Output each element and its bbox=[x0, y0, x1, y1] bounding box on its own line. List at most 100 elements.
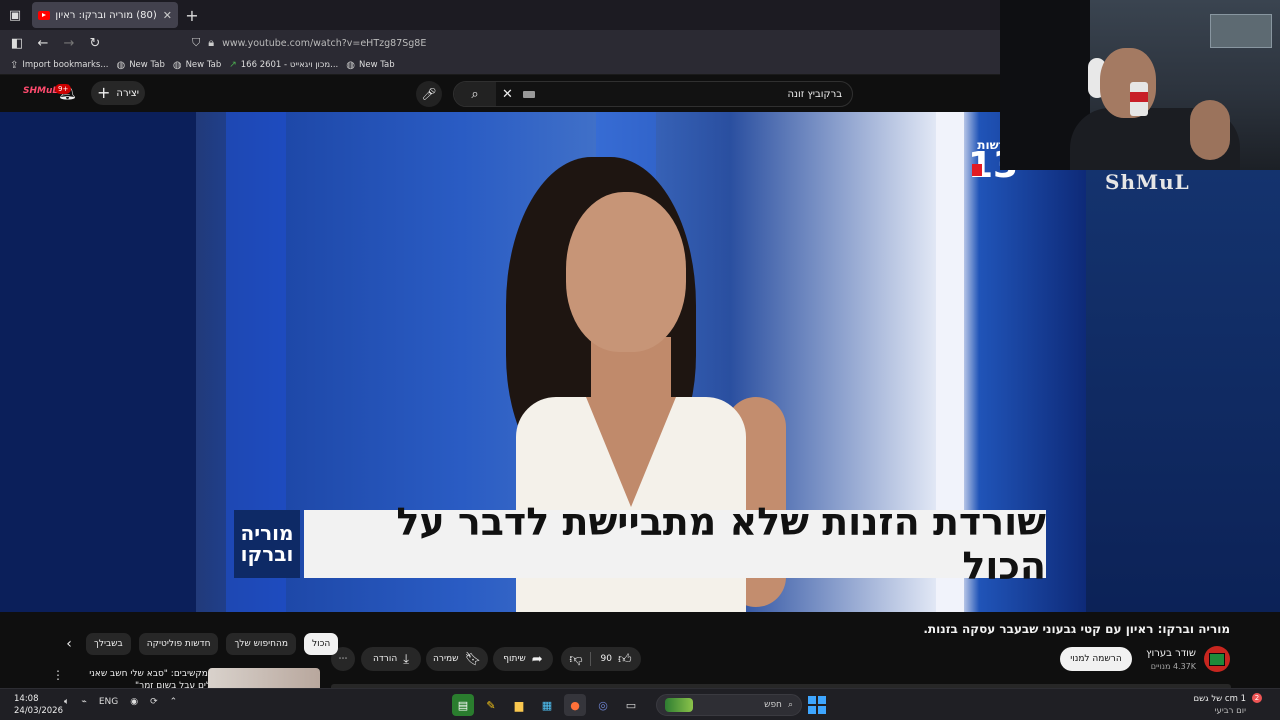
weather-badge: 2 bbox=[1252, 693, 1262, 703]
import-icon: ⇪ bbox=[10, 59, 19, 71]
youtube-header: SHMuL 🔔︎ + יצירה 🎤︎ ⌕ ✕ ברקוביץ זונה bbox=[0, 75, 1000, 112]
recommended-video[interactable]: ⋮ כאן מקשיבים: "סבא שלי חשב שאני מגזלים … bbox=[52, 668, 320, 691]
address-bar[interactable]: ⛉ 🔒︎ www.youtube.com/watch?v=eHTzg87Sg8E bbox=[192, 32, 426, 54]
chip-from-search[interactable]: מהחיפוש שלך bbox=[226, 633, 296, 655]
bookmark-label: 166 מכון ויגאייט - 2601... bbox=[240, 60, 339, 70]
clock[interactable]: 14:08 24/03/2026 bbox=[14, 693, 63, 717]
create-button[interactable]: + יצירה bbox=[91, 81, 145, 105]
taskbar-search-input[interactable]: חפש bbox=[764, 700, 782, 710]
chevron-left-icon[interactable]: ‹ bbox=[60, 633, 78, 655]
language-indicator[interactable]: ENG bbox=[99, 697, 118, 707]
bookmark-label: New Tab bbox=[358, 60, 395, 70]
app-icon[interactable]: ✎ bbox=[480, 694, 502, 716]
search-button[interactable]: ⌕ bbox=[454, 82, 496, 106]
like-count: 90 bbox=[600, 654, 612, 664]
download-button[interactable]: הורדה ⤓ bbox=[361, 647, 421, 671]
bookmark-label: New Tab bbox=[129, 60, 165, 70]
taskbar-apps: ▤ ✎ ▆ ▦ ● ◎ ▭ bbox=[452, 694, 642, 716]
app-icon[interactable]: ▭ bbox=[620, 694, 642, 716]
discord-icon[interactable]: ◎ bbox=[592, 694, 614, 716]
chevron-up-icon[interactable]: ⌃ bbox=[170, 697, 178, 707]
bookmarks-bar: ⇪ Import bookmarks... ◍ New Tab ◍ New Tab ↗… bbox=[0, 56, 1000, 75]
clock-date: 24/03/2026 bbox=[14, 706, 63, 716]
tab-title: (80) מוריה וברקו: ראיון עם קטי bbox=[56, 9, 157, 21]
notification-badge: 9+ bbox=[55, 84, 72, 94]
bookmark-new-tab[interactable]: ◍ New Tab bbox=[346, 60, 394, 71]
thumbs-down-icon: 👎︎ bbox=[569, 651, 583, 667]
save-label: שמירה bbox=[433, 654, 459, 664]
video-player[interactable]: חדשות 13 מוריה וברקו שורדת הזנות שלא מתב… bbox=[196, 112, 1086, 612]
keyboard-icon[interactable] bbox=[522, 90, 535, 98]
channel-logo[interactable]: SHMuL bbox=[23, 86, 58, 96]
download-label: הורדה bbox=[373, 654, 398, 664]
weather-widget[interactable]: 1 cm של גשם יום רביעי bbox=[1193, 693, 1246, 717]
globe-icon: ◍ bbox=[172, 59, 182, 71]
network-icon[interactable]: ⌁ bbox=[81, 697, 86, 707]
system-tray: 🔈︎ ⌁ ENG ◉ ⟳ ⌃ bbox=[64, 697, 177, 707]
chip-political-news[interactable]: חדשות פוליטיקה bbox=[138, 633, 219, 655]
reload-button[interactable]: ↻ bbox=[84, 32, 106, 54]
download-icon: ⤓ bbox=[403, 651, 409, 667]
shield-icon[interactable]: ⛉ bbox=[192, 36, 200, 50]
chip-all[interactable]: הכול bbox=[304, 633, 339, 655]
bookmark-new-tab[interactable]: ◍ New Tab bbox=[116, 60, 164, 71]
streamer-watermark: ShMuL bbox=[1105, 170, 1190, 194]
search-icon: ⌕ bbox=[471, 86, 479, 102]
lower-third: מוריה וברקו שורדת הזנות שלא מתביישת לדבר… bbox=[234, 500, 1046, 588]
bookmark-import[interactable]: ⇪ Import bookmarks... bbox=[10, 60, 108, 71]
clear-search-icon[interactable]: ✕ bbox=[502, 87, 513, 102]
browser-tabbar: ▣ (80) מוריה וברקו: ראיון עם קטי ✕ + bbox=[0, 0, 1000, 30]
dislike-button[interactable]: 👎︎ bbox=[561, 647, 591, 671]
bookmark-vigait[interactable]: ↗ 166 מכון ויגאייט - 2601... bbox=[229, 60, 338, 70]
voice-search-button[interactable]: 🎤︎ bbox=[416, 81, 442, 107]
save-button[interactable]: שמירה 🔖︎ bbox=[426, 647, 488, 671]
channel-avatar[interactable] bbox=[1204, 646, 1230, 672]
tab-youtube[interactable]: (80) מוריה וברקו: ראיון עם קטי ✕ bbox=[32, 2, 178, 28]
create-label: יצירה bbox=[116, 87, 139, 99]
app-icon[interactable]: ▤ bbox=[452, 694, 474, 716]
video-backdrop-left bbox=[0, 112, 196, 612]
youtube-favicon-icon bbox=[38, 10, 50, 20]
bookmark-new-tab[interactable]: ◍ New Tab bbox=[173, 60, 221, 71]
windows-start-icon[interactable] bbox=[808, 696, 826, 714]
taskbar-search[interactable]: ⌕ חפש bbox=[656, 694, 802, 716]
new-tab-button[interactable]: + bbox=[178, 6, 206, 25]
forward-button[interactable]: → bbox=[58, 32, 80, 54]
channel-name[interactable]: שודר בערוץ bbox=[1146, 648, 1196, 659]
search-box[interactable]: ⌕ ✕ ברקוביץ זונה bbox=[453, 81, 853, 107]
share-icon: ➦ bbox=[531, 651, 543, 667]
weather-line: 1 cm של גשם bbox=[1193, 694, 1246, 704]
speaker-icon[interactable]: 🔈︎ bbox=[64, 697, 69, 707]
chip-for-you[interactable]: בשבילך bbox=[86, 633, 131, 655]
globe-icon: ◍ bbox=[116, 59, 126, 71]
search-icon: ⌕ bbox=[787, 700, 793, 710]
file-explorer-icon[interactable]: ▆ bbox=[508, 694, 530, 716]
show-brand-line: וברקו bbox=[240, 542, 294, 566]
photos-icon[interactable]: ▦ bbox=[536, 694, 558, 716]
recommended-thumbnail[interactable] bbox=[208, 668, 320, 688]
sidebar-toggle-icon[interactable]: ◧ bbox=[6, 32, 28, 54]
close-tab-icon[interactable]: ✕ bbox=[163, 9, 172, 22]
url-text[interactable]: www.youtube.com/watch?v=eHTzg87Sg8E bbox=[222, 38, 426, 49]
subscribe-button[interactable]: הרשמה למנוי bbox=[1060, 647, 1132, 671]
windows-taskbar: 14:08 24/03/2026 🔈︎ ⌁ ENG ◉ ⟳ ⌃ ▤ ✎ ▆ ▦ … bbox=[0, 688, 1280, 720]
discord-tray-icon[interactable]: ◉ bbox=[130, 697, 138, 707]
microphone-icon: 🎤︎ bbox=[421, 87, 437, 101]
share-button[interactable]: שיתוף ➦ bbox=[493, 647, 553, 671]
video-title: מוריה וברקו: ראיון עם קטי גבעוני שבעבר ע… bbox=[923, 622, 1230, 636]
more-icon: ⋯ bbox=[338, 654, 348, 664]
firefox-icon[interactable]: ● bbox=[564, 694, 586, 716]
back-button[interactable]: ← bbox=[32, 32, 54, 54]
thumbs-up-icon: 👍︎ bbox=[617, 651, 632, 667]
search-input[interactable]: ברקוביץ זונה bbox=[535, 89, 852, 100]
search-highlight-image bbox=[665, 698, 693, 712]
bookmark-icon: 🔖︎ bbox=[464, 651, 481, 667]
screen: ▣ (80) מוריה וברקו: ראיון עם קטי ✕ + ◧ ←… bbox=[0, 0, 1280, 720]
recommended-title-line: כאן מקשיבים: "סבא שלי חשב שאני bbox=[89, 669, 224, 679]
lock-icon[interactable]: 🔒︎ bbox=[208, 36, 214, 50]
more-vert-icon[interactable]: ⋮ bbox=[52, 668, 64, 682]
clock-time: 14:08 bbox=[14, 694, 39, 704]
tab-list-icon[interactable]: ▣ bbox=[0, 0, 30, 30]
like-button[interactable]: 90 👍︎ bbox=[591, 647, 641, 671]
sync-icon[interactable]: ⟳ bbox=[150, 697, 158, 707]
